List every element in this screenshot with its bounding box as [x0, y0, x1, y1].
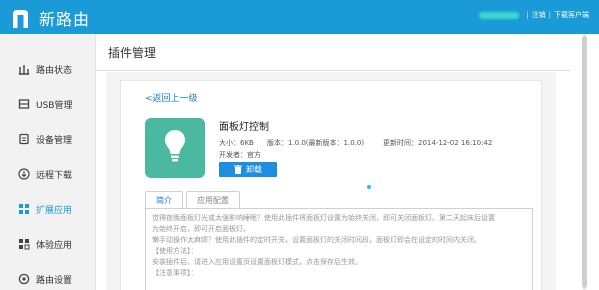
- username[interactable]: [479, 11, 520, 19]
- description-line: 觉得夜晚面板灯光或太强影响睡眠？使用此插件将面板灯设置为始终关闭，即可关闭面板灯…: [152, 214, 495, 222]
- description-line: 【注意事项】：: [152, 269, 198, 277]
- experience-icon: [18, 238, 30, 250]
- tab-intro[interactable]: 简介: [145, 191, 183, 208]
- sidebar-item-experience[interactable]: 体验应用: [0, 229, 96, 259]
- sidebar-item-usb[interactable]: USB管理: [0, 89, 96, 119]
- separator: |: [526, 11, 529, 19]
- loading-dot: [367, 185, 371, 189]
- plugin-version: 版本：1.0.0(最新版本：1.0.0): [267, 139, 365, 147]
- sidebar-item-label: 体验应用: [36, 240, 73, 251]
- description-line: 为始终开启，即可开启面板灯。: [152, 225, 250, 233]
- plugin-card: <返回上一级 面板灯控制 大小：6KB 版本：1.0.0(最新版本：1.0.0)…: [120, 80, 542, 290]
- settings-icon: [18, 273, 30, 285]
- main-content: 插件管理 <返回上一级 面板灯控制 大小：6KB 版本：1.0.0(最新版本：1…: [96, 34, 570, 290]
- description-line: 【使用方法】：: [152, 247, 198, 255]
- logo-mark-icon: [10, 8, 31, 29]
- description-line: 懒手动操作太麻烦？使用此插件的定时开关，设置面板灯的关闭时间段，面板灯即会在设定…: [152, 236, 481, 244]
- description-line: 安装插件后，请进入应用设置页设置面板灯模式，点击保存后生效。: [152, 258, 362, 266]
- content-panel: <返回上一级 面板灯控制 大小：6KB 版本：1.0.0(最新版本：1.0.0)…: [106, 72, 556, 290]
- sidebar-item-label: 设备管理: [36, 135, 73, 146]
- uninstall-button[interactable]: 卸载: [219, 162, 277, 177]
- router-status-icon: [18, 63, 30, 75]
- sidebar-item-remote-download[interactable]: 远程下载: [0, 159, 96, 189]
- top-header: 新路由 | 注销 | 下载客户端: [0, 0, 599, 34]
- sidebar: 路由状态 USB管理 设备管理 远程下载 扩展应用 体验应用 路由设置: [0, 34, 96, 290]
- brand-name: 新路由: [39, 10, 91, 29]
- separator: |: [548, 11, 551, 19]
- plugin-size: 大小：6KB: [219, 139, 254, 147]
- plugin-updated: 更新时间：2014-12-02 16:10:42: [383, 139, 493, 147]
- sidebar-item-label: 远程下载: [36, 170, 73, 181]
- lightbulb-icon: [164, 129, 186, 167]
- download-client-link[interactable]: 下载客户端: [554, 10, 589, 20]
- sidebar-item-label: 扩展应用: [36, 205, 73, 216]
- plugin-developer: 开发者：官方: [219, 151, 261, 159]
- scroll-thumb[interactable]: [582, 36, 587, 288]
- download-icon: [18, 168, 30, 180]
- uninstall-label: 卸载: [246, 165, 262, 174]
- brand-logo[interactable]: 新路由: [10, 6, 90, 30]
- usb-icon: [18, 98, 30, 110]
- logout-link[interactable]: 注销: [532, 10, 546, 20]
- tab-bar: 简介 应用配置: [145, 191, 243, 208]
- header-user-area: | 注销 | 下载客户端: [479, 10, 589, 20]
- sidebar-item-label: USB管理: [36, 100, 73, 111]
- sidebar-item-router-settings[interactable]: 路由设置: [0, 264, 96, 290]
- tab-app-config[interactable]: 应用配置: [186, 191, 240, 208]
- plugin-icon: [145, 118, 205, 178]
- plugin-name: 面板灯控制: [219, 122, 269, 133]
- sidebar-item-extensions[interactable]: 扩展应用: [0, 194, 96, 224]
- sidebar-item-router-status[interactable]: 路由状态: [0, 54, 96, 84]
- divider: [96, 70, 570, 71]
- sidebar-item-label: 路由设置: [36, 275, 73, 286]
- sidebar-item-devices[interactable]: 设备管理: [0, 124, 96, 154]
- description-box: 觉得夜晚面板灯光或太强影响睡眠？使用此插件将面板灯设置为始终关闭，即可关闭面板灯…: [145, 208, 533, 290]
- apps-icon: [18, 203, 30, 215]
- page-title: 插件管理: [108, 46, 157, 60]
- device-icon: [18, 133, 30, 145]
- sidebar-item-label: 路由状态: [36, 65, 73, 76]
- page-scrollbar[interactable]: [570, 34, 599, 290]
- back-link[interactable]: <返回上一级: [145, 91, 198, 104]
- trash-icon: [234, 165, 242, 174]
